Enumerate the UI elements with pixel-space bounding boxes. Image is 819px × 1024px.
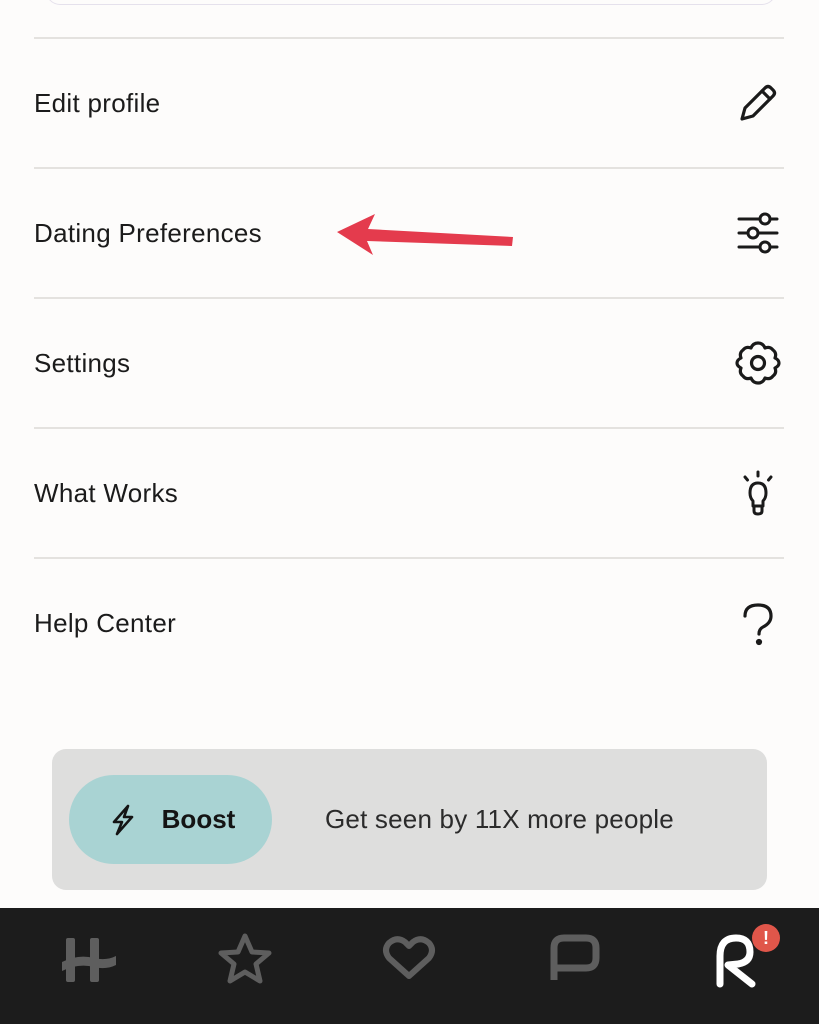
menu-item-what-works[interactable]: What Works [34, 427, 784, 557]
top-card-edge [46, 0, 776, 5]
boost-description: Get seen by 11X more people [325, 804, 674, 834]
menu-item-help-center[interactable]: Help Center [34, 557, 784, 687]
annotation-arrow [337, 214, 513, 255]
chat-bubble-icon [550, 934, 600, 980]
pencil-icon [732, 77, 784, 129]
nav-tab-messages[interactable] [542, 928, 606, 992]
menu-item-label: Edit profile [34, 87, 161, 118]
menu-item-settings[interactable]: Settings [34, 297, 784, 427]
menu-item-label: Help Center [34, 607, 177, 638]
bottom-nav-bar [0, 908, 819, 1024]
nav-tab-discover[interactable] [58, 928, 122, 992]
star-icon [218, 933, 272, 984]
menu-item-label: Dating Preferences [34, 217, 262, 248]
menu-item-label: Settings [34, 347, 131, 378]
profile-menu: Edit profile Dating Preferences Settings [34, 37, 784, 687]
boost-card: Boost Get seen by 11X more people [52, 749, 767, 890]
boost-label: Boost [161, 804, 236, 834]
gear-icon [732, 337, 784, 389]
menu-item-edit-profile[interactable]: Edit profile [34, 37, 784, 167]
boost-button[interactable]: Boost [69, 775, 272, 864]
hinge-logo-icon [62, 938, 116, 982]
question-icon [732, 597, 784, 649]
nav-tab-likes[interactable] [377, 928, 441, 992]
lightbulb-icon [732, 467, 784, 519]
lightning-icon [112, 804, 133, 835]
sliders-icon [732, 207, 784, 259]
notification-badge: ! [752, 924, 780, 952]
nav-tab-standouts[interactable] [213, 928, 277, 992]
heart-icon [383, 936, 435, 979]
menu-item-label: What Works [34, 477, 179, 508]
